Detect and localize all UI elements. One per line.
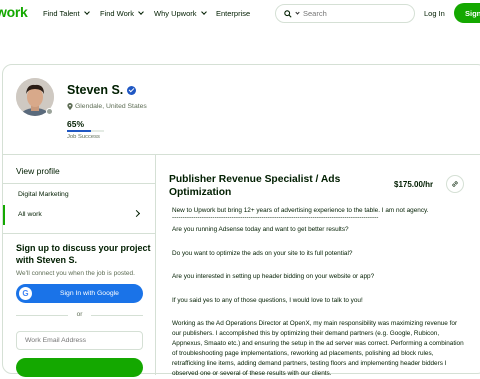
paragraph: Do you want to optimize the ads on your … (172, 250, 353, 257)
login-link[interactable]: Log In (424, 9, 445, 18)
view-profile-heading: View profile (16, 166, 60, 176)
google-icon: G (19, 287, 32, 300)
search-icon (284, 9, 292, 18)
location-pin-icon (67, 103, 73, 110)
freelancer-name: Steven S. (67, 83, 137, 97)
separator-line: ----------------------------------------… (172, 214, 379, 221)
chevron-down-icon (138, 9, 144, 15)
sidebar-item-label: All work (18, 211, 42, 218)
chevron-down-icon (83, 9, 90, 15)
divider (3, 233, 156, 234)
chevron-down-icon (200, 9, 207, 15)
nav-enterprise[interactable]: Enterprise (216, 9, 250, 18)
job-title: Publisher Revenue Specialist / Ads Optim… (169, 174, 341, 198)
hourly-rate: $175.00/hr (394, 180, 434, 189)
location-text: Glendale, United States (75, 103, 147, 110)
sidebar: View profile Digital Marketing All work … (3, 155, 156, 377)
google-signin-button[interactable]: G Sign In with Google (16, 284, 143, 303)
nav-why-upwork[interactable]: Why Upwork (154, 9, 207, 18)
signup-heading: Sign up to discuss your project with Ste… (16, 243, 151, 265)
paragraph: Are you running Adsense today and want t… (172, 226, 349, 233)
sidebar-item-digital-marketing[interactable]: Digital Marketing (18, 191, 69, 198)
profile-header: Steven S. Glendale, United States 65% Jo… (3, 65, 480, 155)
nav-label: Why Upwork (154, 9, 197, 18)
verified-badge-icon (127, 85, 137, 95)
nav-find-talent[interactable]: Find Talent (43, 9, 90, 18)
chevron-right-icon (132, 209, 141, 218)
job-success-percent: 65% (67, 119, 85, 129)
continue-button[interactable] (16, 358, 143, 377)
email-field[interactable] (16, 331, 143, 350)
paragraph: Working as the Ad Operations Director at… (172, 320, 464, 377)
upwork-logo[interactable]: work (0, 4, 28, 20)
chevron-down-icon[interactable] (295, 10, 300, 15)
paragraph: If you said yes to any of those question… (172, 297, 363, 304)
profile-card: Steven S. Glendale, United States 65% Jo… (2, 64, 480, 377)
link-icon (452, 181, 458, 187)
active-indicator (3, 205, 5, 225)
job-success-bar (67, 130, 104, 132)
paragraph: Are you interested in setting up header … (172, 273, 375, 280)
search-input[interactable] (303, 9, 403, 18)
nav-label: Enterprise (216, 9, 251, 18)
nav-label: Find Talent (43, 9, 80, 18)
google-button-label: Sign In with Google (60, 290, 119, 297)
job-success-fill (67, 130, 92, 132)
divider (3, 183, 156, 184)
status-dot (46, 108, 53, 115)
sidebar-item-all-work[interactable]: All work (3, 205, 156, 225)
nav-label: Find Work (100, 9, 135, 18)
top-header: work Find Talent Find Work Why Upwork En… (0, 0, 480, 28)
location: Glendale, United States (67, 103, 147, 110)
signup-subtext: We'll connect you when the job is posted… (16, 270, 135, 277)
name-text: Steven S. (67, 83, 124, 97)
search-bar[interactable] (275, 4, 415, 23)
share-button[interactable] (446, 175, 464, 193)
signup-button[interactable]: Sign (454, 3, 480, 23)
job-success-label: Job Success (67, 134, 100, 140)
nav-find-work[interactable]: Find Work (100, 9, 144, 18)
or-divider: or (16, 311, 143, 318)
